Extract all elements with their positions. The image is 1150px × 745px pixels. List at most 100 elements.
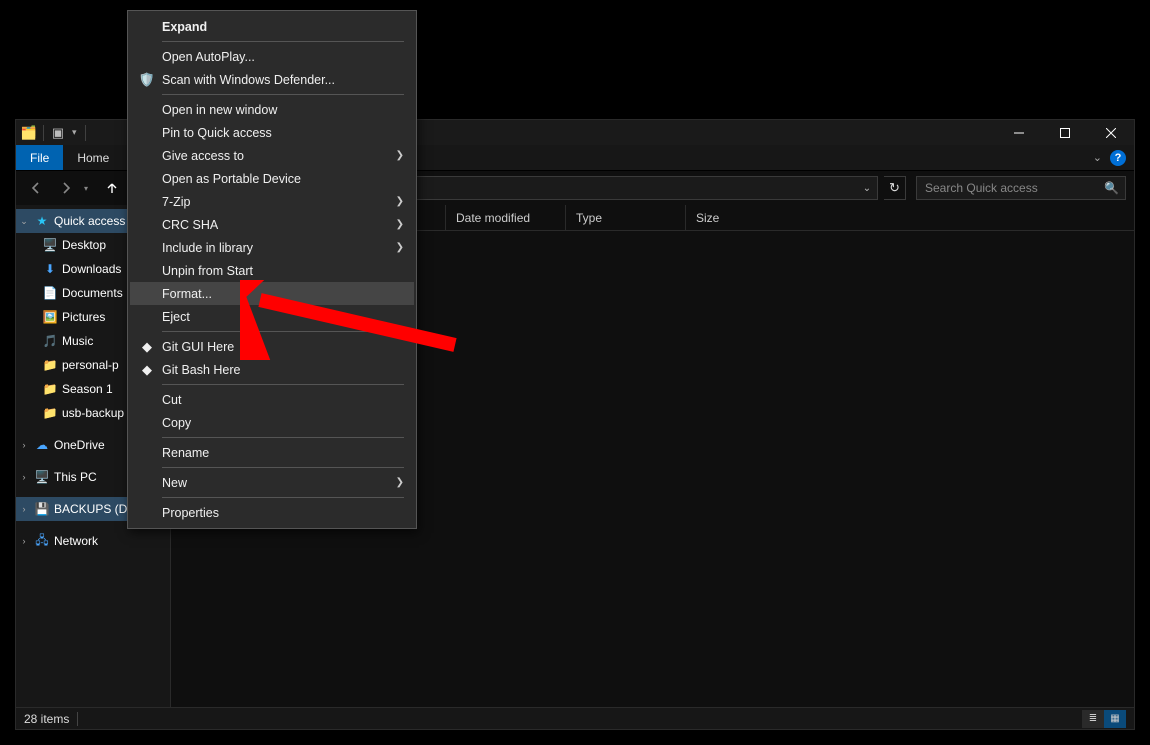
minimize-button[interactable] — [996, 120, 1042, 145]
refresh-button[interactable]: ↻ — [884, 176, 906, 200]
sidebar-label: Network — [54, 534, 98, 548]
chevron-right-icon[interactable]: › — [18, 504, 30, 514]
ribbon-tab-file[interactable]: File — [16, 145, 63, 170]
ctx-label: Git Bash Here — [162, 363, 241, 377]
column-header-size[interactable]: Size — [686, 205, 806, 230]
ctx-properties[interactable]: Properties — [130, 501, 414, 524]
ctx-include-in-library[interactable]: Include in library ❯ — [130, 236, 414, 259]
ribbon-collapse-icon[interactable]: ⌄ — [1093, 151, 1102, 164]
ctx-label: Unpin from Start — [162, 264, 253, 278]
ctx-open-autoplay[interactable]: Open AutoPlay... — [130, 45, 414, 68]
help-icon[interactable]: ? — [1110, 150, 1126, 166]
screenshot-stage: 🗂️ ▣ ▾ File Home ⌄ — [0, 0, 1150, 745]
ctx-label: Open in new window — [162, 103, 277, 117]
star-icon: ★ — [34, 213, 50, 229]
ctx-label: New — [162, 476, 187, 490]
ctx-open-new-window[interactable]: Open in new window — [130, 98, 414, 121]
sidebar-label: Pictures — [62, 310, 105, 324]
back-button[interactable] — [24, 176, 48, 200]
ctx-new[interactable]: New❯ — [130, 471, 414, 494]
titlebar-left: 🗂️ ▣ ▾ — [16, 124, 89, 142]
column-header-date[interactable]: Date modified — [446, 205, 566, 230]
chevron-right-icon: ❯ — [396, 219, 404, 230]
ctx-cut[interactable]: Cut — [130, 388, 414, 411]
status-bar: 28 items ≣ ▦ — [16, 707, 1134, 729]
sidebar-label: Desktop — [62, 238, 106, 252]
ctx-unpin-from-start[interactable]: Unpin from Start — [130, 259, 414, 282]
shield-icon: 🛡️ — [138, 71, 156, 89]
git-icon: ◆ — [138, 361, 156, 379]
search-box[interactable]: 🔍 — [916, 176, 1126, 200]
ctx-give-access-to[interactable]: Give access to❯ — [130, 144, 414, 167]
close-button[interactable] — [1088, 120, 1134, 145]
search-input[interactable] — [923, 180, 1100, 196]
qat-save-icon[interactable]: ▣ — [49, 124, 67, 142]
titlebar-separator — [85, 125, 86, 141]
search-icon: 🔍 — [1104, 181, 1119, 195]
ctx-label: 7-Zip — [162, 195, 190, 209]
git-icon: ◆ — [138, 338, 156, 356]
view-toggle-group: ≣ ▦ — [1082, 710, 1126, 728]
ctx-label: Open AutoPlay... — [162, 50, 255, 64]
ribbon-right: ⌄ ? — [1093, 145, 1134, 170]
up-button[interactable] — [100, 176, 124, 200]
ctx-label: Give access to — [162, 149, 244, 163]
ctx-separator — [162, 437, 404, 438]
ctx-git-gui[interactable]: ◆ Git GUI Here — [130, 335, 414, 358]
ctx-label: Rename — [162, 446, 209, 460]
address-dropdown-icon[interactable]: ⌄ — [857, 183, 877, 194]
window-controls — [996, 120, 1134, 145]
chevron-right-icon: ❯ — [396, 242, 404, 253]
ctx-label: Cut — [162, 393, 181, 407]
sidebar-label: Documents — [62, 286, 123, 300]
ctx-pin-quick-access[interactable]: Pin to Quick access — [130, 121, 414, 144]
chevron-right-icon[interactable]: › — [18, 536, 30, 546]
ctx-expand[interactable]: Expand — [130, 15, 414, 38]
ctx-separator — [162, 384, 404, 385]
ribbon-tab-home[interactable]: Home — [63, 145, 123, 170]
ctx-separator — [162, 94, 404, 95]
ctx-git-bash[interactable]: ◆ Git Bash Here — [130, 358, 414, 381]
sidebar-label: OneDrive — [54, 438, 105, 452]
ctx-crc-sha[interactable]: CRC SHA ❯ — [130, 213, 414, 236]
ctx-7zip[interactable]: 7-Zip❯ — [130, 190, 414, 213]
maximize-button[interactable] — [1042, 120, 1088, 145]
sidebar-label: BACKUPS (D:) — [54, 502, 135, 516]
chevron-right-icon[interactable]: › — [18, 472, 30, 482]
qat-dropdown-icon[interactable]: ▾ — [69, 127, 80, 138]
document-icon: 📄 — [42, 285, 58, 301]
ctx-label: Format... — [162, 287, 212, 301]
explorer-icon: 🗂️ — [20, 124, 38, 142]
ctx-label: Properties — [162, 506, 219, 520]
chevron-right-icon[interactable]: › — [18, 440, 30, 450]
cloud-icon: ☁ — [34, 437, 50, 453]
ctx-label: Scan with Windows Defender... — [162, 73, 335, 87]
context-menu: Expand Open AutoPlay... 🛡️ Scan with Win… — [127, 10, 417, 529]
ctx-copy[interactable]: Copy — [130, 411, 414, 434]
folder-icon: 📁 — [42, 405, 58, 421]
folder-icon: 📁 — [42, 357, 58, 373]
chevron-down-icon[interactable]: ⌄ — [18, 216, 30, 227]
ctx-label: Copy — [162, 416, 191, 430]
drive-icon: 💾 — [34, 501, 50, 517]
column-header-type[interactable]: Type — [566, 205, 686, 230]
ctx-scan-defender[interactable]: 🛡️ Scan with Windows Defender... — [130, 68, 414, 91]
ctx-open-portable-device[interactable]: Open as Portable Device — [130, 167, 414, 190]
ctx-separator — [162, 41, 404, 42]
sidebar-label: personal-p — [62, 358, 119, 372]
ctx-label: Include in library — [162, 241, 253, 255]
status-item-count: 28 items — [24, 712, 69, 726]
ctx-rename[interactable]: Rename — [130, 441, 414, 464]
view-details-button[interactable]: ≣ — [1082, 710, 1104, 728]
pc-icon: 🖥️ — [34, 469, 50, 485]
sidebar-label: Quick access — [54, 214, 125, 228]
download-icon: ⬇ — [42, 261, 58, 277]
ctx-format[interactable]: Format... — [130, 282, 414, 305]
ctx-label: CRC SHA — [162, 218, 218, 232]
ctx-separator — [162, 331, 404, 332]
sidebar-item-network[interactable]: › 🖧 Network — [16, 529, 170, 553]
forward-button[interactable] — [54, 176, 78, 200]
view-icons-button[interactable]: ▦ — [1104, 710, 1126, 728]
ctx-eject[interactable]: Eject — [130, 305, 414, 328]
history-dropdown-icon[interactable]: ▾ — [84, 184, 94, 193]
